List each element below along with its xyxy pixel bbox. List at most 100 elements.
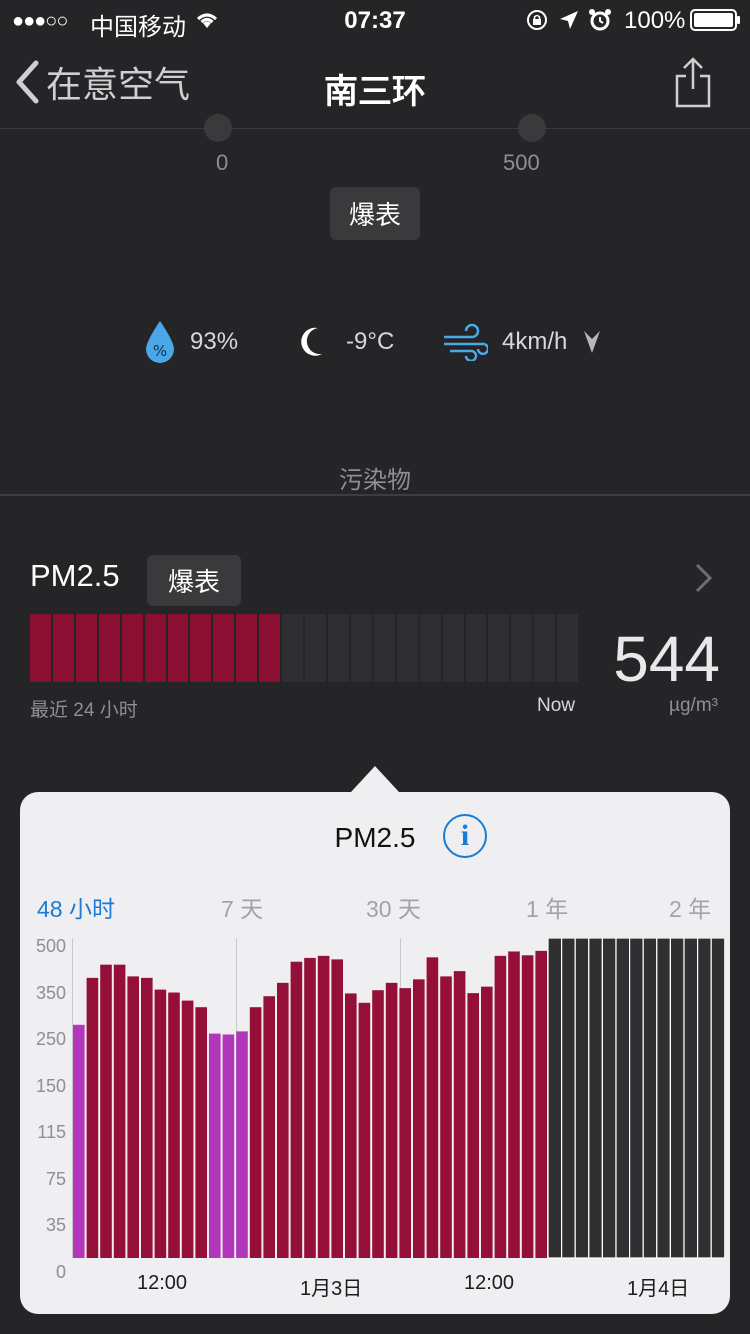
info-icon[interactable]: i <box>443 814 487 858</box>
share-icon[interactable] <box>674 56 712 108</box>
pm25-24h-bar[interactable] <box>30 614 579 682</box>
scale-max-label: 500 <box>503 150 540 175</box>
chart-empty-bar <box>574 938 590 1259</box>
tab-30d[interactable]: 30 天 <box>366 890 421 924</box>
chart-bar <box>277 982 289 1258</box>
hour-segment <box>98 614 120 682</box>
pm25-history-popover: PM2.5 i 48 小时 7 天 30 天 1 年 2 年 500 350 250… <box>20 792 730 1314</box>
hour-segment <box>259 614 281 682</box>
chart-bar <box>195 1007 207 1258</box>
wind-speed-value: 4km/h <box>502 328 568 355</box>
chart-bar <box>290 961 303 1258</box>
chart-bar <box>358 1002 371 1258</box>
chart-empty-bar <box>628 938 644 1259</box>
chart-bar <box>236 1031 248 1258</box>
chart-bar <box>181 1000 194 1258</box>
tab-48h[interactable]: 48 小时 <box>37 890 115 924</box>
chart-empty-bar <box>683 938 699 1259</box>
y-tick-label: 0 <box>55 1261 66 1282</box>
pm25-range-label: 最近 24 小时 <box>30 700 138 721</box>
scale-min-label: 0 <box>216 150 229 175</box>
chart-empty-bar <box>696 938 712 1259</box>
temperature-value: -9°C <box>346 328 395 355</box>
tab-1y[interactable]: 1 年 <box>526 890 568 924</box>
pm25-history-chart[interactable]: 500 350 250 150 115 75 35 0 12:00 1月3日 12:00 1月4日 <box>20 932 730 1314</box>
hour-segment <box>534 614 556 682</box>
chart-bar <box>372 990 384 1258</box>
chart-bar <box>467 993 479 1258</box>
chart-bar <box>113 964 126 1258</box>
chart-empty-bar <box>669 938 685 1259</box>
chart-bar <box>304 957 316 1258</box>
chart-bar <box>385 982 398 1258</box>
battery-icon <box>690 9 740 31</box>
popover-title: PM2.5 <box>334 822 416 853</box>
hour-segment <box>396 614 418 682</box>
hour-segment <box>419 614 441 682</box>
x-tick-label: 12:00 <box>464 1272 515 1294</box>
aqi-level-badge: 爆表 <box>330 187 421 240</box>
hour-segment <box>282 614 304 682</box>
hour-segment <box>190 614 212 682</box>
chart-bar <box>168 992 180 1258</box>
hour-segment <box>167 614 189 682</box>
x-tick-label: 1月4日 <box>627 1278 690 1300</box>
hour-segment <box>236 614 258 682</box>
hour-segment <box>511 614 533 682</box>
tab-2y[interactable]: 2 年 <box>669 890 711 924</box>
y-tick-label: 150 <box>35 1075 66 1096</box>
chart-bar <box>127 976 139 1258</box>
humidity-group: % 93% <box>144 318 238 366</box>
navigation-bar: 在意空气 南三环 <box>0 40 750 129</box>
hour-segment <box>75 614 97 682</box>
chart-bar <box>154 989 167 1258</box>
battery-percent: 100% <box>624 7 686 34</box>
chart-bar <box>481 986 493 1258</box>
scale-knob-left <box>204 114 232 142</box>
pm25-unit-label: µg/m³ <box>669 695 718 716</box>
hour-segment <box>144 614 166 682</box>
humidity-value: 93% <box>190 328 239 355</box>
scale-knob-right <box>518 114 546 142</box>
chart-bar <box>413 979 425 1258</box>
chart-bar <box>263 996 275 1258</box>
chevron-right-icon[interactable] <box>694 562 714 594</box>
chart-bar <box>426 957 439 1258</box>
pm25-current-value: 544 <box>613 623 720 695</box>
chart-bar <box>222 1034 235 1258</box>
wind-group: 4km/h <box>442 318 601 366</box>
chart-bar <box>100 964 112 1258</box>
pm25-title[interactable]: PM2.5 <box>30 558 120 594</box>
hour-segment <box>213 614 235 682</box>
hour-segment <box>488 614 510 682</box>
location-arrow-icon <box>560 11 578 29</box>
chart-bar <box>73 1024 85 1258</box>
y-tick-label: 115 <box>37 1122 66 1142</box>
chart-bar <box>440 976 452 1258</box>
moon-icon <box>301 327 322 356</box>
hour-segment <box>30 614 51 682</box>
svg-text:%: % <box>153 342 167 360</box>
chart-bar <box>86 977 99 1258</box>
chart-empty-bar <box>601 938 617 1259</box>
popover-pointer <box>351 766 399 792</box>
humidity-drop-icon: % <box>146 321 174 363</box>
x-tick-label: 1月3日 <box>300 1278 363 1300</box>
chart-bar <box>494 955 507 1258</box>
hour-segment <box>465 614 487 682</box>
y-tick-label: 350 <box>35 982 66 1003</box>
y-tick-label: 500 <box>35 936 66 956</box>
hour-segment <box>52 614 74 682</box>
rotation-lock-icon <box>527 10 547 30</box>
chart-bar <box>453 971 466 1258</box>
y-tick-label: 35 <box>45 1215 66 1235</box>
tab-7d[interactable]: 7 天 <box>221 890 263 924</box>
pm25-now-label: Now <box>537 695 576 716</box>
hour-segment <box>327 614 349 682</box>
page-title: 南三环 <box>324 73 426 111</box>
hour-segment <box>350 614 372 682</box>
pollutants-section-label: 污染物 <box>339 467 411 494</box>
chart-bar <box>345 993 357 1258</box>
chart-empty-bar <box>588 938 603 1259</box>
chart-empty-bar <box>547 938 563 1259</box>
